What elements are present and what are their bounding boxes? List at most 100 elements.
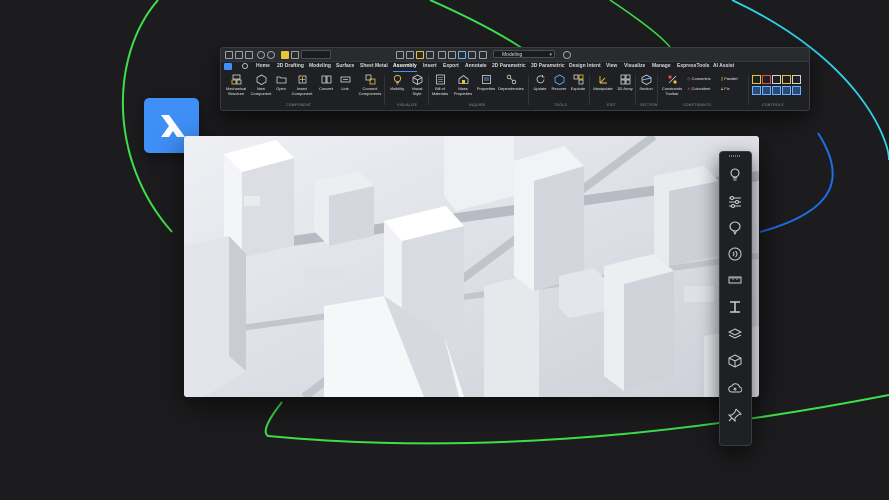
control-solve-icon[interactable] bbox=[792, 86, 801, 95]
control-dimension-icon[interactable] bbox=[762, 75, 771, 84]
cube-view-icon[interactable] bbox=[468, 51, 476, 59]
workspace-select[interactable]: Modeling bbox=[493, 50, 555, 59]
tab-ai-assist[interactable]: AI Assist bbox=[713, 61, 734, 72]
convert-button[interactable]: Convert bbox=[317, 74, 335, 92]
help-icon[interactable] bbox=[563, 51, 571, 59]
parallel-label: Parallel bbox=[724, 76, 738, 81]
view-icon[interactable] bbox=[458, 51, 466, 59]
control-drive-icon[interactable] bbox=[772, 86, 781, 95]
tab-modeling[interactable]: Modeling bbox=[309, 61, 331, 72]
insert-component-button[interactable]: Insert Component bbox=[291, 74, 313, 96]
control-show-icon[interactable] bbox=[782, 75, 791, 84]
mechanical-structure-label: Mechanical Structure bbox=[225, 86, 247, 96]
3d-array-button[interactable]: 3D Array bbox=[617, 74, 633, 92]
connect-components-button[interactable]: Connect Components bbox=[356, 74, 384, 96]
side-btn-beam[interactable] bbox=[725, 297, 745, 317]
new-component-button[interactable]: New Component bbox=[250, 74, 272, 96]
layers-icon bbox=[728, 328, 742, 339]
explode-icon bbox=[573, 74, 583, 85]
manipulate-button[interactable]: Manipulate bbox=[591, 74, 615, 92]
recover-button[interactable]: Recover bbox=[550, 74, 568, 92]
link-button[interactable]: Link bbox=[338, 74, 352, 92]
panel-drag-handle[interactable] bbox=[729, 155, 741, 157]
section-plane-icon bbox=[641, 74, 651, 85]
layer-icon[interactable] bbox=[281, 51, 289, 59]
control-constraint-icon[interactable] bbox=[752, 75, 761, 84]
save-icon[interactable] bbox=[245, 51, 253, 59]
fix-button[interactable]: 🔒︎ Fix bbox=[721, 86, 730, 91]
osnap-icon[interactable] bbox=[438, 51, 446, 59]
mass-properties-label: Mass Properties bbox=[453, 86, 473, 96]
side-btn-layers[interactable] bbox=[725, 324, 745, 344]
model-viewport[interactable] bbox=[184, 136, 759, 397]
tab-assembly[interactable]: Assembly bbox=[393, 61, 417, 72]
tab-insert[interactable]: Insert bbox=[423, 61, 437, 72]
update-label: Update bbox=[533, 86, 547, 91]
mechanical-structure-button[interactable]: Mechanical Structure bbox=[223, 74, 249, 96]
explode-button[interactable]: Explode bbox=[569, 74, 587, 92]
audio-waves-icon bbox=[728, 247, 742, 261]
side-panel bbox=[719, 151, 752, 446]
section-button[interactable]: Section bbox=[637, 74, 655, 92]
tab-sheet-metal[interactable]: Sheet Metal bbox=[360, 61, 388, 72]
tab-view[interactable]: View bbox=[606, 61, 617, 72]
update-button[interactable]: Update bbox=[531, 74, 549, 92]
side-btn-cube[interactable] bbox=[725, 351, 745, 371]
tab-expresstools[interactable]: ExpressTools bbox=[677, 61, 709, 72]
cube-icon bbox=[728, 354, 742, 368]
side-btn-audio[interactable] bbox=[725, 244, 745, 264]
tab-manage[interactable]: Manage bbox=[652, 61, 671, 72]
new-file-icon[interactable] bbox=[225, 51, 233, 59]
side-btn-settings[interactable] bbox=[725, 192, 745, 212]
side-btn-pin[interactable] bbox=[725, 405, 745, 425]
side-btn-ruler[interactable] bbox=[725, 270, 745, 290]
layer-dropdown[interactable] bbox=[301, 50, 331, 59]
tab-surface[interactable]: Surface bbox=[336, 61, 354, 72]
open-button[interactable]: Open bbox=[274, 74, 288, 92]
polar-icon[interactable] bbox=[426, 51, 434, 59]
side-btn-cloud[interactable] bbox=[725, 378, 745, 398]
properties-button[interactable]: Properties bbox=[476, 74, 496, 92]
visual-style-button[interactable]: Visual Style bbox=[408, 74, 426, 96]
i-beam-icon bbox=[730, 301, 740, 313]
convert-label: Convert bbox=[318, 86, 333, 91]
concentric-button[interactable]: ◎ Concentric bbox=[687, 76, 711, 81]
ortho-icon[interactable] bbox=[416, 51, 424, 59]
layer-state-icon[interactable] bbox=[291, 51, 299, 59]
control-limit-icon[interactable] bbox=[782, 86, 791, 95]
control-hide-icon[interactable] bbox=[772, 75, 781, 84]
tab-annotate[interactable]: Annotate bbox=[465, 61, 487, 72]
ribbon-tabs: Home 2D Drafting Modeling Surface Sheet … bbox=[221, 61, 809, 72]
tab-design-intent[interactable]: Design Intent bbox=[569, 61, 601, 72]
constraints-toolbar-label: Constraints Toolbar bbox=[661, 86, 683, 96]
control-rigid-icon[interactable] bbox=[752, 86, 761, 95]
visibility-button[interactable]: Visibility bbox=[387, 74, 407, 92]
coincident-icon: ✕ bbox=[687, 86, 691, 91]
bill-of-materials-button[interactable]: Bill of Materials bbox=[430, 74, 450, 96]
tab-export[interactable]: Export bbox=[443, 61, 459, 72]
mass-properties-button[interactable]: Mass Properties bbox=[452, 74, 474, 96]
city-model-render bbox=[184, 136, 759, 397]
grid-icon[interactable] bbox=[406, 51, 414, 59]
tab-2d-parametric[interactable]: 2D Parametric bbox=[492, 61, 526, 72]
undo-icon[interactable] bbox=[257, 51, 265, 59]
open-file-icon[interactable] bbox=[235, 51, 243, 59]
otrack-icon[interactable] bbox=[448, 51, 456, 59]
dependencies-button[interactable]: Dependencies bbox=[498, 74, 524, 92]
side-btn-balloon[interactable] bbox=[725, 218, 745, 238]
tab-3d-parametric[interactable]: 3D Parametric bbox=[531, 61, 565, 72]
explode-label: Explode bbox=[570, 86, 586, 91]
group-divider bbox=[589, 75, 590, 105]
control-flexible-icon[interactable] bbox=[762, 86, 771, 95]
control-delete-icon[interactable] bbox=[792, 75, 801, 84]
constraints-toolbar-button[interactable]: Constraints Toolbar bbox=[659, 74, 685, 96]
redo-icon[interactable] bbox=[267, 51, 275, 59]
workspace-icon[interactable] bbox=[479, 51, 487, 59]
coincident-button[interactable]: ✕ Coincident bbox=[687, 86, 710, 91]
tab-home[interactable]: Home bbox=[256, 61, 270, 72]
snap-icon[interactable] bbox=[396, 51, 404, 59]
tab-2d-drafting[interactable]: 2D Drafting bbox=[277, 61, 304, 72]
parallel-button[interactable]: ∥ Parallel bbox=[721, 76, 737, 81]
side-btn-visibility[interactable] bbox=[725, 164, 745, 184]
tab-visualize[interactable]: Visualize bbox=[624, 61, 645, 72]
